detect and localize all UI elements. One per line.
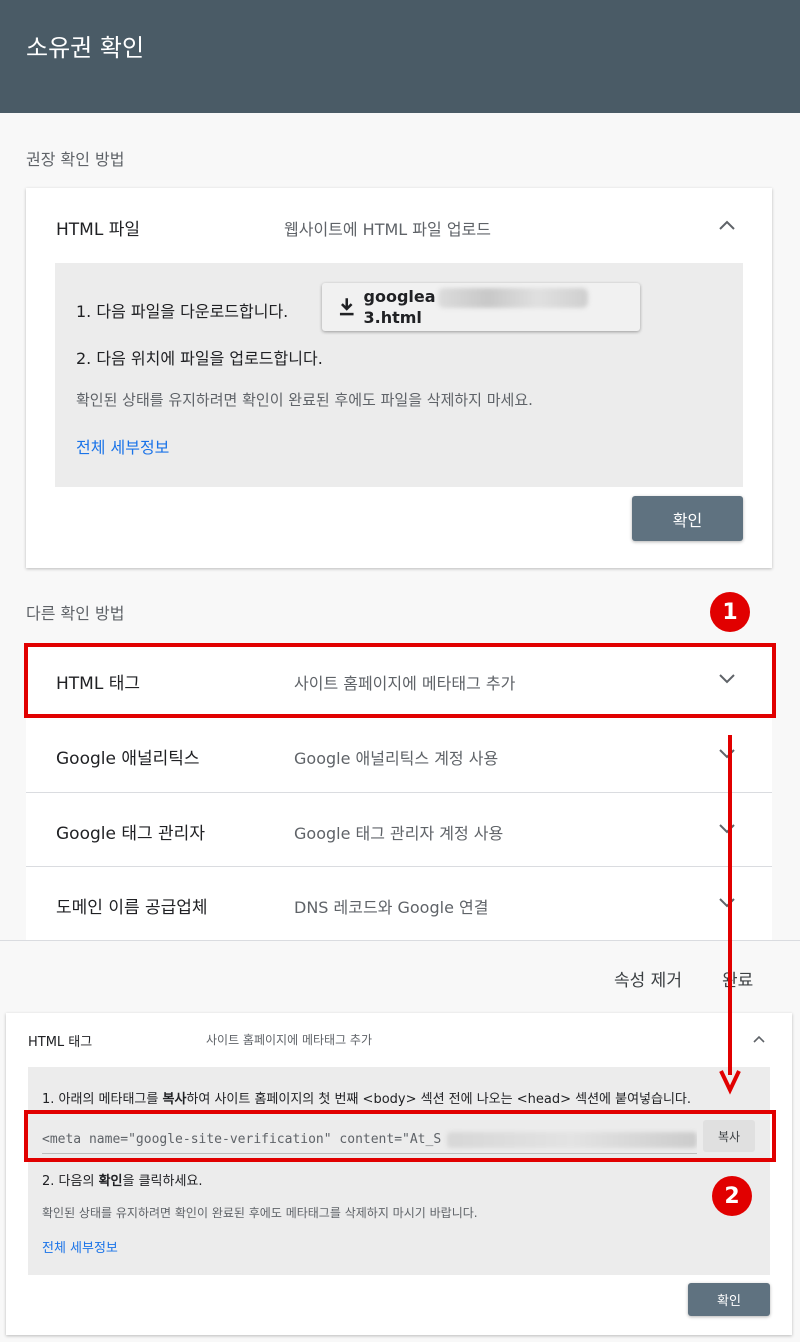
download-file-button[interactable]: googlea3.html (322, 283, 640, 331)
other-section-label: 다른 확인 방법 (26, 604, 125, 623)
annotation-arrow (719, 735, 741, 1095)
meta-step-copy: 1. 아래의 메타태그를 복사하여 사이트 홈페이지의 첫 번째 <body> … (42, 1088, 691, 1107)
method-row-tag-manager[interactable]: Google 태그 관리자 Google 태그 관리자 계정 사용 (26, 793, 772, 867)
annotation-badge-1: 1 (710, 592, 750, 632)
chevron-up-icon[interactable] (748, 1028, 770, 1050)
step-text: 1. 아래의 메타태그를 (42, 1092, 163, 1107)
method-title: 도메인 이름 공급업체 (56, 898, 208, 918)
confirm-button[interactable]: 확인 (632, 496, 743, 541)
method-row-google-analytics[interactable]: Google 애널리틱스 Google 애널리틱스 계정 사용 (26, 718, 772, 793)
method-description: Google 태그 관리자 계정 사용 (294, 824, 504, 843)
step-emphasis: 복사 (162, 1092, 187, 1107)
download-icon (339, 298, 354, 316)
method-description: DNS 레코드와 Google 연결 (294, 898, 489, 917)
step-text: 하여 사이트 홈페이지의 첫 번째 <body> 섹션 전에 나오는 <head… (186, 1092, 692, 1107)
step-text: 을 클릭하세요. (122, 1174, 203, 1189)
full-details-link[interactable]: 전체 세부정보 (42, 1237, 118, 1256)
step-emphasis: 확인 (98, 1174, 123, 1189)
method-title: Google 태그 관리자 (56, 824, 205, 844)
chevron-up-icon[interactable] (716, 214, 738, 236)
step-download: 1. 다음 파일을 다운로드합니다. (76, 302, 289, 321)
download-filename-suffix: 3.html (363, 307, 422, 327)
meta-step-confirm: 2. 다음의 확인을 클릭하세요. (42, 1170, 203, 1189)
annotation-badge-2: 2 (712, 1176, 752, 1216)
dialog-footer: 속성 제거 완료 (0, 940, 800, 1012)
full-details-link[interactable]: 전체 세부정보 (76, 434, 169, 458)
expanded-title[interactable]: HTML 태그 (28, 1031, 92, 1050)
expanded-description: 사이트 홈페이지에 메타태그 추가 (206, 1033, 373, 1047)
app-header: 소유권 확인 (0, 0, 800, 113)
download-filename-prefix: googlea (363, 287, 436, 307)
keep-meta-note: 확인된 상태를 유지하려면 확인이 완료된 후에도 메타태그를 삭제하지 마시기… (42, 1206, 478, 1220)
method-title: Google 애널리틱스 (56, 749, 200, 769)
remove-property-button[interactable]: 속성 제거 (614, 966, 682, 991)
method-row-domain-provider[interactable]: 도메인 이름 공급업체 DNS 레코드와 Google 연결 (26, 867, 772, 940)
html-file-title[interactable]: HTML 파일 (56, 215, 140, 240)
redacted-filename (437, 287, 588, 308)
step-upload: 2. 다음 위치에 파일을 업로드합니다. (76, 349, 323, 368)
page-title: 소유권 확인 (26, 34, 145, 62)
annotation-box-html-tag (24, 643, 776, 718)
method-description: Google 애널리틱스 계정 사용 (294, 749, 499, 768)
html-file-description: 웹사이트에 HTML 파일 업로드 (284, 220, 491, 239)
confirm-button[interactable]: 확인 (688, 1283, 770, 1316)
annotation-box-meta-tag (24, 1110, 776, 1162)
step-text: 2. 다음의 (42, 1174, 99, 1189)
recommended-section-label: 권장 확인 방법 (26, 150, 125, 169)
keep-file-note: 확인된 상태를 유지하려면 확인이 완료된 후에도 파일을 삭제하지 마세요. (76, 391, 533, 409)
